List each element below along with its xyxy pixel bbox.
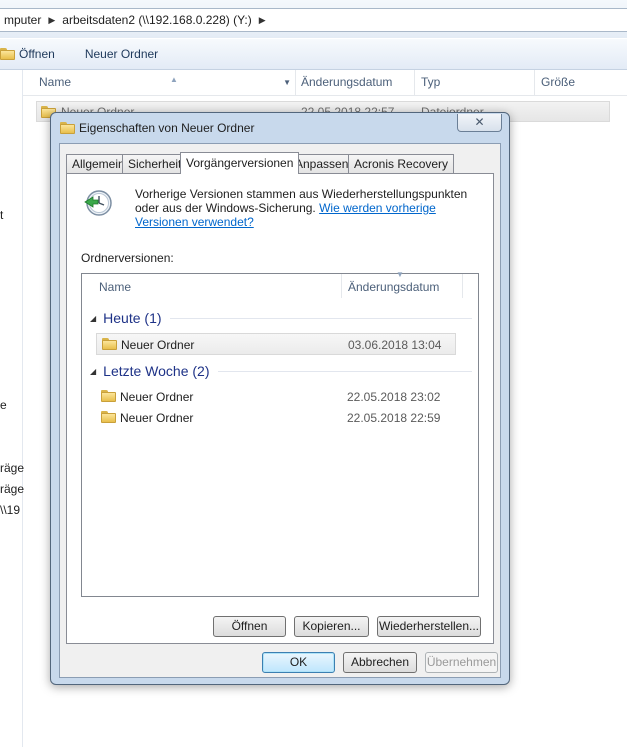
restore-version-button[interactable]: Wiederherstellen... [377, 616, 481, 637]
column-header-size[interactable]: Größe [535, 70, 627, 95]
dialog-title: Eigenschaften von Neuer Ordner [79, 121, 255, 135]
list-item-date: 03.06.2018 13:04 [348, 338, 442, 352]
list-item-date: 22.05.2018 23:02 [347, 390, 441, 404]
column-header-date[interactable]: Änderungsdatum [295, 70, 415, 95]
list-item-name: Neuer Ordner [121, 338, 195, 352]
breadcrumb-computer[interactable]: mputer [0, 13, 45, 27]
restore-history-icon [84, 190, 112, 216]
list-item-name: Neuer Ordner [120, 411, 194, 425]
open-version-button[interactable]: Öffnen [213, 616, 286, 637]
list-column-date[interactable]: Änderungsdatum [348, 274, 463, 298]
tab-acronis-recovery[interactable]: Acronis Recovery [348, 154, 455, 173]
folder-icon [60, 122, 75, 134]
nav-item-fragment[interactable]: räge [0, 482, 24, 496]
nav-item-fragment[interactable]: \\19 [0, 503, 20, 517]
new-folder-button-label: Neuer Ordner [84, 47, 159, 61]
collapse-triangle-icon[interactable]: ◢ [90, 314, 96, 323]
list-item-name: Neuer Ordner [120, 390, 194, 404]
breadcrumb-network-drive[interactable]: arbeitsdaten2 (\\192.168.0.228) (Y:) [58, 13, 255, 27]
list-item-date: 22.05.2018 22:59 [347, 411, 441, 425]
folder-icon [102, 338, 117, 350]
copy-version-button[interactable]: Kopieren... [294, 616, 369, 637]
dialog-titlebar[interactable]: Eigenschaften von Neuer Ordner ✕ [51, 113, 509, 143]
sort-descending-icon: ▼ [396, 270, 404, 279]
list-item[interactable]: Neuer Ordner 22.05.2018 22:59 [96, 407, 456, 429]
cancel-button[interactable]: Abbrechen [343, 652, 417, 673]
open-folder-icon [0, 48, 15, 60]
previous-versions-info: Vorherige Versionen stammen aus Wiederhe… [135, 187, 485, 229]
nav-item-fragment[interactable]: räge [0, 461, 24, 475]
group-header-letzte-woche[interactable]: ◢ Letzte Woche (2) [90, 363, 472, 379]
list-item[interactable]: Neuer Ordner 22.05.2018 23:02 [96, 386, 456, 408]
folder-icon [101, 390, 116, 402]
folder-versions-list[interactable]: Name Änderungsdatum ▼ ◢ Heute (1) Neuer … [81, 270, 479, 597]
navigation-pane[interactable]: t e räge räge \\19 [0, 70, 24, 747]
column-header-name-label: Name [39, 75, 72, 89]
group-divider [169, 317, 472, 319]
column-header-name[interactable]: Name ▲ ▼ [33, 70, 296, 95]
group-header-label: Heute (1) [103, 310, 162, 326]
folder-icon [101, 411, 116, 423]
apply-button[interactable]: Übernehmen [425, 652, 498, 673]
close-button[interactable]: ✕ [457, 114, 502, 132]
sort-ascending-icon: ▲ [170, 75, 178, 84]
tab-panel-previous-versions: Vorherige Versionen stammen aus Wiederhe… [66, 173, 494, 644]
command-bar: Öffnen Neuer Ordner [0, 39, 627, 70]
open-button[interactable]: Öffnen [0, 39, 69, 69]
column-header-type[interactable]: Typ [415, 70, 535, 95]
folder-versions-label: Ordnerversionen: [81, 251, 174, 265]
list-item[interactable]: Neuer Ordner 03.06.2018 13:04 [96, 333, 456, 355]
properties-dialog: Eigenschaften von Neuer Ordner ✕ Allgeme… [50, 112, 510, 685]
breadcrumb-arrow-icon[interactable]: ▶ [256, 15, 269, 26]
versions-list-header: Name Änderungsdatum ▼ [82, 270, 478, 298]
group-header-heute[interactable]: ◢ Heute (1) [90, 310, 472, 326]
group-header-label: Letzte Woche (2) [103, 363, 210, 379]
new-folder-button[interactable]: Neuer Ordner [69, 39, 172, 69]
ok-button[interactable]: OK [262, 652, 335, 673]
nav-item-fragment[interactable]: e [0, 398, 7, 412]
open-button-label: Öffnen [19, 47, 55, 61]
group-divider [217, 370, 472, 372]
nav-item-fragment[interactable]: t [0, 208, 3, 222]
tab-allgemein[interactable]: Allgemein [66, 154, 131, 173]
close-icon: ✕ [474, 115, 485, 129]
tab-vorgaengerversionen[interactable]: Vorgängerversionen [180, 152, 300, 174]
dialog-client: Allgemein Sicherheit Vorgängerversionen … [59, 143, 501, 678]
address-bar: mputer ▶ arbeitsdaten2 (\\192.168.0.228)… [0, 0, 627, 38]
list-column-name[interactable]: Name [99, 274, 342, 298]
address-field[interactable]: mputer ▶ arbeitsdaten2 (\\192.168.0.228)… [0, 8, 627, 32]
breadcrumb-arrow-icon[interactable]: ▶ [45, 15, 58, 26]
tab-sicherheit[interactable]: Sicherheit [122, 154, 188, 173]
file-list-header: Name ▲ ▼ Änderungsdatum Typ Größe [23, 70, 627, 96]
column-dropdown-icon[interactable]: ▼ [283, 70, 291, 95]
list-column-date-label: Änderungsdatum [348, 280, 440, 294]
collapse-triangle-icon[interactable]: ◢ [90, 367, 96, 376]
